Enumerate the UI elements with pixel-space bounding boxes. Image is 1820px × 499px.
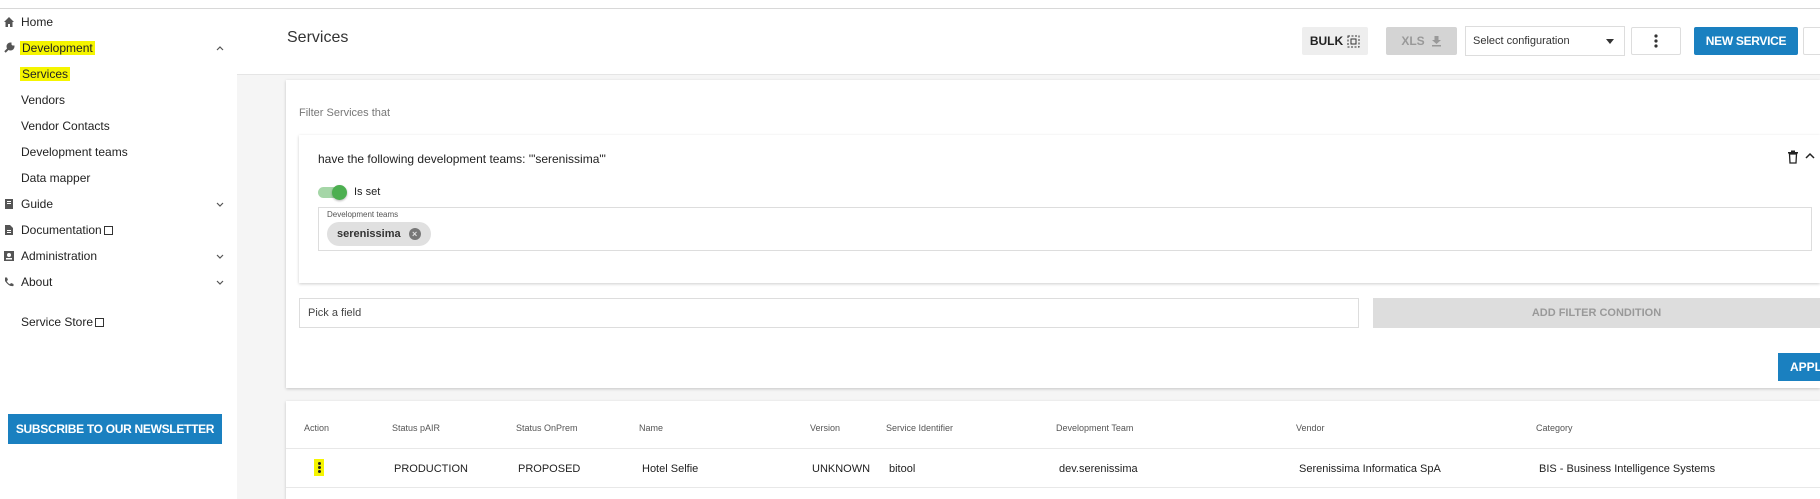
filter-heading: Filter Services that [299, 107, 391, 119]
add-filter-condition-button[interactable]: ADD FILTER CONDITION [1373, 298, 1820, 328]
sidebar-item-label: Development [20, 41, 95, 55]
new-service-button[interactable]: NEW SERVICE [1694, 27, 1798, 55]
chevron-up-icon[interactable] [1804, 150, 1816, 162]
page-title: Services [287, 29, 349, 46]
document-icon [3, 224, 15, 236]
sidebar-item-label: Data mapper [21, 171, 91, 185]
chevron-down-icon [216, 202, 224, 207]
home-icon [3, 16, 15, 28]
is-set-label: Is set [354, 186, 381, 198]
filter-condition-card: have the following development teams: '"… [299, 135, 1820, 283]
xls-export-button[interactable]: XLS [1386, 27, 1457, 55]
external-link-icon [103, 226, 113, 235]
cell-category: BIS - Business Intelligence Systems [1539, 463, 1716, 475]
toggle-knob [332, 185, 347, 200]
cell-status-onprem: PROPOSED [518, 463, 581, 475]
sidebar-item-label: Guide [21, 197, 54, 211]
sidebar-item-services[interactable]: Services [0, 61, 237, 87]
is-set-toggle[interactable] [318, 185, 347, 200]
team-chip: serenissima × [327, 222, 431, 246]
filter-panel: Filter Services that have the following … [286, 80, 1820, 388]
sidebar-item-vendors[interactable]: Vendors [0, 87, 237, 113]
subscribe-newsletter-button[interactable]: SUBSCRIBE TO OUR NEWSLETTER [8, 414, 222, 444]
sidebar-item-label: About [21, 275, 53, 289]
sidebar-item-about[interactable]: About [0, 269, 237, 295]
download-icon [1431, 36, 1441, 47]
phone-icon [3, 276, 15, 288]
cell-version: UNKNOWN [812, 463, 871, 475]
sidebar-item-administration[interactable]: Administration [0, 243, 237, 269]
column-header[interactable]: Vendor [1296, 423, 1325, 433]
apply-button[interactable]: APPLY [1778, 353, 1820, 381]
sidebar-item-label: Services [20, 67, 71, 81]
select-configuration-value: Select configuration [1473, 35, 1570, 47]
page-header: Services BULK XLS Select configuration N… [237, 9, 1820, 75]
sidebar-item-label: Service Store [21, 315, 94, 329]
sidebar-item-label: Documentation [21, 223, 102, 237]
development-teams-field[interactable]: Development teams serenissima × [318, 207, 1812, 251]
filter-condition-text: have the following development teams: '"… [318, 152, 606, 166]
services-table: Action Status pAIR Status OnPrem Name Ve… [286, 401, 1820, 499]
sidebar-item-label: Home [21, 15, 54, 29]
sidebar-item-label-wrap: Service Store [21, 315, 105, 329]
chevron-down-icon [216, 280, 224, 285]
select-configuration-dropdown[interactable]: Select configuration [1465, 26, 1625, 56]
column-header[interactable]: Category [1536, 423, 1573, 433]
sidebar-item-label: Development teams [21, 145, 128, 159]
row-divider [286, 487, 1820, 488]
sidebar-item-documentation[interactable]: Documentation [0, 217, 237, 243]
sidebar: Home Development Services Vendors Vendor… [0, 9, 237, 499]
sidebar-item-home[interactable]: Home [0, 9, 237, 35]
sidebar-item-label: Vendors [21, 93, 66, 107]
dot [317, 461, 321, 465]
chevron-up-icon [216, 46, 224, 51]
cell-name[interactable]: Hotel Selfie [642, 463, 698, 475]
delete-icon[interactable] [1787, 150, 1799, 164]
bulk-button[interactable]: BULK [1302, 27, 1368, 55]
pick-field-placeholder: Pick a field [308, 307, 362, 319]
header-extra-button[interactable] [1803, 27, 1820, 55]
caret-down-icon [1606, 39, 1614, 44]
bulk-label: BULK [1309, 34, 1344, 48]
remove-chip-icon[interactable]: × [408, 228, 421, 240]
cell-development-team: dev.serenissima [1059, 463, 1138, 475]
cell-vendor: Serenissima Informatica SpA [1299, 463, 1441, 475]
column-header[interactable]: Development Team [1056, 423, 1133, 433]
column-header[interactable]: Service Identifier [886, 423, 953, 433]
sidebar-item-label-wrap: Documentation [21, 223, 113, 237]
pick-field-input[interactable]: Pick a field [299, 298, 1359, 328]
wrench-icon [3, 42, 15, 54]
sidebar-item-development[interactable]: Development [0, 35, 237, 61]
sidebar-item-development-teams[interactable]: Development teams [0, 139, 237, 165]
column-header[interactable]: Status pAIR [392, 423, 440, 433]
sidebar-item-vendor-contacts[interactable]: Vendor Contacts [0, 113, 237, 139]
column-header[interactable]: Status OnPrem [516, 423, 578, 433]
sidebar-item-service-store[interactable]: Service Store [0, 309, 237, 335]
book-icon [3, 198, 15, 210]
team-chip-label: serenissima [337, 228, 401, 240]
more-vert-icon [1654, 34, 1658, 48]
admin-icon [3, 250, 15, 262]
column-header[interactable]: Version [810, 423, 840, 433]
external-link-icon [95, 318, 105, 327]
sidebar-item-guide[interactable]: Guide [0, 191, 237, 217]
column-header: Action [304, 423, 330, 433]
select-all-icon [1347, 35, 1360, 47]
top-bar [0, 0, 1820, 9]
dot [317, 465, 321, 469]
sidebar-item-data-mapper[interactable]: Data mapper [0, 165, 237, 191]
more-options-button[interactable] [1631, 27, 1681, 55]
sidebar-item-label: Vendor Contacts [21, 119, 110, 133]
dot [317, 470, 321, 474]
chevron-down-icon [216, 254, 224, 259]
xls-label: XLS [1401, 34, 1425, 48]
sidebar-item-label: Administration [21, 249, 98, 263]
development-teams-label: Development teams [327, 210, 399, 219]
column-header[interactable]: Name [639, 423, 663, 433]
row-actions-button[interactable] [314, 459, 324, 476]
cell-service-identifier: bitool [889, 463, 916, 475]
header-divider [286, 448, 1820, 449]
cell-status-pair: PRODUCTION [394, 463, 468, 475]
